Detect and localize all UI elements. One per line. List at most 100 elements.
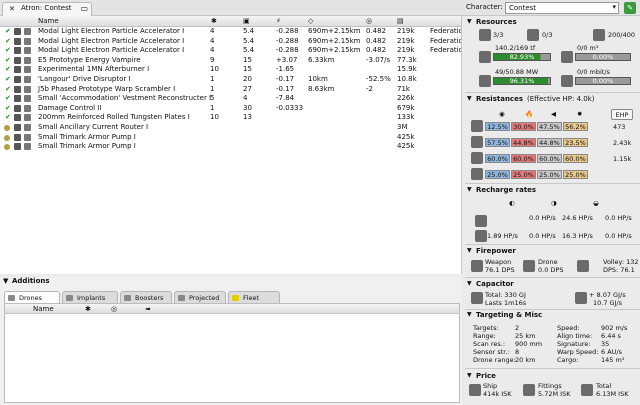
collapse-triangle-icon[interactable]: ▼	[467, 186, 472, 193]
resist-th: 30.0%	[511, 122, 536, 131]
turret-slots: 3/3	[493, 31, 504, 39]
column-falloff-icon[interactable]: ◎	[366, 17, 372, 25]
state-active-icon[interactable]: ✔	[5, 94, 11, 104]
collapse-triangle-icon[interactable]: ▼	[467, 280, 472, 287]
state-active-icon[interactable]: ✔	[5, 75, 11, 85]
resist-em: 12.5%	[485, 122, 510, 131]
module-c1: 1	[210, 84, 215, 93]
armor-icon	[471, 136, 483, 148]
collapse-triangle-icon[interactable]: ▼	[467, 311, 472, 318]
tab-implants[interactable]: Implants	[62, 291, 118, 303]
table-row[interactable]: ✔ Damage Control II 1 30 -0.0333 679k	[0, 104, 461, 114]
collapse-triangle-icon[interactable]: ▼	[3, 277, 8, 285]
calibration-value: 200/400	[608, 31, 636, 39]
column-range-icon[interactable]: ◇	[308, 17, 313, 25]
launcher-slots: 0/3	[542, 31, 553, 39]
module-c5: 0.482	[366, 46, 387, 55]
table-row[interactable]: ✔ 200mm Reinforced Rolled Tungsten Plates…	[0, 113, 461, 123]
target-stat-value: 8	[515, 348, 520, 356]
column-price-icon[interactable]: ▤	[397, 17, 404, 25]
module-c7: Federation	[430, 46, 461, 55]
module-c6: 226k	[397, 94, 415, 103]
drones-column-bandwidth-icon[interactable]: ◎	[111, 305, 117, 313]
save-character-button[interactable]: ✎	[624, 2, 636, 14]
fleet-icon	[232, 295, 239, 301]
table-row[interactable]: Small Trimark Armor Pump I 425k	[0, 142, 461, 152]
column-name[interactable]: Name	[38, 17, 59, 25]
drones-column-dps-icon[interactable]: ✱	[85, 305, 91, 313]
state-active-icon[interactable]: ✔	[5, 27, 11, 37]
module-c3: -0.17	[276, 84, 295, 93]
module-c2: 27	[243, 84, 252, 93]
module-c7: Federation	[430, 36, 461, 45]
misc-stat-label: Speed:	[557, 324, 580, 332]
collapse-triangle-icon[interactable]: ▼	[467, 95, 472, 102]
resistances-header[interactable]: ▼ Resistances (Effective HP: 4.0k)	[465, 95, 640, 105]
calibration-icon	[593, 29, 605, 41]
tab-drones[interactable]: Drones	[4, 291, 60, 303]
targeting-header[interactable]: ▼ Targeting & Misc	[465, 311, 640, 321]
character-select[interactable]: Contest ▾	[505, 2, 619, 14]
table-row[interactable]: ✔ Experimental 1MN Afterburner I 10 15 -1.65…	[0, 65, 461, 75]
module-name: Modal Light Electron Particle Accelerato…	[38, 36, 185, 45]
price-header[interactable]: ▼ Price	[465, 372, 640, 382]
state-active-icon[interactable]: ✔	[5, 85, 11, 95]
fit-tab[interactable]: ✕ Atron: Contest ▭	[2, 2, 92, 16]
collapse-triangle-icon[interactable]: ▼	[467, 247, 472, 254]
state-active-icon[interactable]: ✔	[5, 65, 11, 75]
close-tab-icon[interactable]: ✕	[9, 5, 15, 13]
target-stat-label: Sensor str.:	[473, 348, 510, 356]
state-active-icon[interactable]: ✔	[5, 104, 11, 114]
ehp-button[interactable]: EHP	[611, 109, 633, 120]
drones-column-name[interactable]: Name	[33, 305, 54, 313]
state-active-icon[interactable]: ✔	[5, 37, 11, 47]
resist-ki: 60.0%	[537, 154, 562, 163]
launcher-hardpoint-icon	[527, 29, 539, 41]
character-value: Contest	[509, 4, 537, 12]
table-row[interactable]: ✔ Small 'Accommodation' Vestment Reconstr…	[0, 94, 461, 104]
add-tab-icon[interactable]: ▭	[80, 4, 88, 13]
column-capacitor-icon[interactable]: ⚡	[276, 17, 281, 25]
tab-fleet[interactable]: Fleet	[228, 291, 280, 303]
drones-column-speed-icon[interactable]: ➠	[145, 305, 151, 313]
table-row[interactable]: ✔ Modal Light Electron Particle Accelerat…	[0, 46, 461, 56]
bandwidth-icon	[561, 75, 573, 87]
recharge-header[interactable]: ▼ Recharge rates	[465, 186, 640, 196]
firepower-header[interactable]: ▼ Firepower	[465, 247, 640, 257]
misc-stat-label: Warp Speed:	[557, 348, 599, 356]
kinetic-resist-icon: ◀	[551, 110, 556, 118]
table-row[interactable]: Small Trimark Armor Pump I 425k	[0, 133, 461, 143]
divider	[465, 244, 640, 245]
table-row[interactable]: ✔ Modal Light Electron Particle Accelerat…	[0, 37, 461, 47]
shield-boost-icon	[475, 215, 487, 227]
capacitor-header[interactable]: ▼ Capacitor	[465, 280, 640, 290]
tab-projected[interactable]: Projected	[174, 291, 226, 303]
target-stat-label: Range:	[473, 332, 496, 340]
collapse-triangle-icon[interactable]: ▼	[467, 372, 472, 379]
divider	[465, 92, 640, 93]
state-active-icon[interactable]: ✔	[5, 113, 11, 123]
resources-header[interactable]: ▼ Resources	[465, 18, 640, 28]
passive-shield-recharge: 0.0 HP/s	[529, 214, 556, 222]
table-row[interactable]: ✔ Modal Light Electron Particle Accelerat…	[0, 27, 461, 37]
module-c1: 4	[210, 27, 215, 35]
table-row[interactable]: ✔ J5b Phased Prototype Warp Scrambler I 1 2…	[0, 85, 461, 95]
table-row[interactable]: ✔ 'Langour' Drive Disruptor I 1 20 -0.17 10km…	[0, 75, 461, 85]
target-stat-label: Scan res.:	[473, 340, 506, 348]
module-c4: 690m+2.15km	[308, 36, 361, 45]
collapse-triangle-icon[interactable]: ▼	[467, 18, 472, 25]
hull-recharge-icon: ◒	[593, 199, 599, 207]
resist-th: 44.8%	[511, 138, 536, 147]
state-active-icon[interactable]: ✔	[5, 56, 11, 66]
capacitor-delta-icon	[575, 292, 587, 304]
module-c5: -52.5%	[366, 74, 391, 83]
module-c5: -3.07/s	[366, 55, 391, 64]
additions-header[interactable]: ▼ Additions	[0, 277, 462, 287]
column-powergrid-icon[interactable]: ▣	[243, 17, 250, 25]
column-cpu-icon[interactable]: ✱	[211, 17, 217, 25]
table-row[interactable]: ✔ E5 Prototype Energy Vampire 9 15 +3.07 6.33…	[0, 56, 461, 66]
tab-boosters[interactable]: Boosters	[120, 291, 172, 303]
state-active-icon[interactable]: ✔	[5, 46, 11, 56]
module-c2: 4	[243, 94, 248, 103]
table-row[interactable]: Small Ancillary Current Router I 3M	[0, 123, 461, 133]
